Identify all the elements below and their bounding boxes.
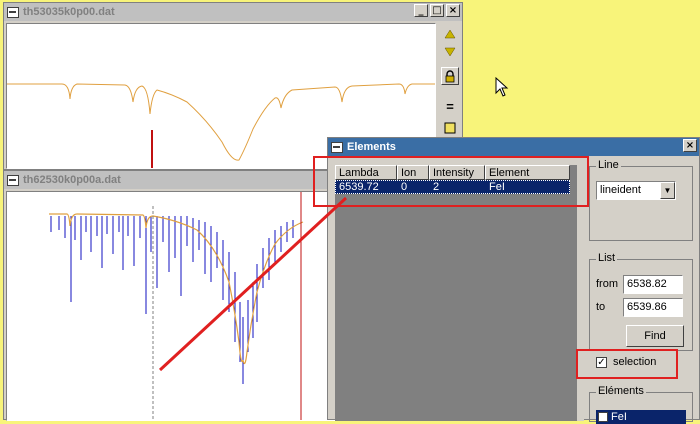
frame-icon[interactable]	[441, 119, 459, 137]
window-2-title: th62530k0p00a.dat	[23, 174, 121, 186]
close-button[interactable]: ×	[446, 4, 460, 17]
line-select-value: lineident	[600, 184, 641, 196]
lines-table[interactable]: Lambda Ion Intensity Element 6539.72 0 2…	[335, 165, 577, 421]
lock-icon[interactable]	[441, 67, 459, 85]
arrow-down-icon[interactable]	[441, 43, 459, 61]
window-icon	[6, 174, 19, 186]
equal-icon[interactable]: =	[441, 97, 459, 115]
spectrum-2-chart	[49, 192, 304, 420]
to-label: to	[596, 301, 606, 313]
spectrum-plot-2[interactable]	[6, 191, 347, 421]
elements-title: Elements	[347, 141, 396, 153]
table-row[interactable]: 6539.72 0 2 FeI	[335, 180, 570, 194]
selection-checkbox-row[interactable]: ✓ selection	[596, 356, 656, 368]
selection-label: selection	[613, 356, 657, 368]
spectrum-window-2: th62530k0p00a.dat	[3, 170, 348, 421]
elements-window: Elements × Lambda Ion Intensity Element …	[327, 137, 700, 424]
selection-checkbox[interactable]: ✓	[596, 356, 607, 368]
window-icon	[6, 6, 19, 18]
elements-titlebar[interactable]: Elements ×	[328, 138, 699, 156]
list-group-label: List	[596, 252, 618, 264]
window-1-title: th53035k0p00.dat	[23, 6, 115, 18]
chevron-down-icon[interactable]: ▼	[660, 182, 675, 199]
element-checkbox[interactable]	[598, 412, 608, 422]
column-header[interactable]: Element	[485, 165, 570, 180]
line-select[interactable]: lineident ▼	[596, 181, 676, 200]
column-header[interactable]: Ion	[397, 165, 429, 180]
minimize-button[interactable]: _	[414, 4, 428, 17]
column-header[interactable]: Intensity	[429, 165, 485, 180]
element-item-label: FeI	[611, 411, 627, 423]
spectrum-2-curve	[49, 213, 304, 365]
close-button[interactable]: ×	[683, 139, 697, 152]
absorption-lines	[50, 216, 294, 384]
table-scrollbar[interactable]	[577, 165, 584, 421]
table-header: Lambda Ion Intensity Element	[335, 165, 570, 180]
to-input[interactable]: 6539.86	[623, 298, 683, 317]
arrow-up-icon[interactable]	[441, 25, 459, 43]
elements-group: Eléments FeI	[589, 385, 693, 424]
window-icon	[330, 141, 343, 153]
cell-lambda: 6539.72	[339, 181, 379, 193]
cell-ion: 0	[401, 181, 408, 193]
elements-list-item[interactable]: FeI	[596, 410, 686, 424]
list-group: List from 6538.82 to 6539.86 Find	[589, 252, 693, 351]
cell-intensity: 2	[433, 181, 440, 193]
from-label: from	[596, 278, 618, 290]
line-group: Line lineident ▼	[589, 159, 693, 241]
mouse-cursor-icon	[495, 77, 509, 97]
cell-element: FeI	[489, 181, 505, 193]
elements-group-label: Eléments	[596, 385, 646, 397]
window-1-titlebar[interactable]: th53035k0p00.dat _ □ ×	[4, 3, 462, 21]
find-button[interactable]: Find	[626, 325, 684, 347]
from-input[interactable]: 6538.82	[623, 275, 683, 294]
window-2-titlebar[interactable]: th62530k0p00a.dat	[4, 171, 347, 189]
column-header[interactable]: Lambda	[335, 165, 397, 180]
line-group-label: Line	[596, 159, 621, 171]
maximize-button[interactable]: □	[430, 4, 444, 17]
